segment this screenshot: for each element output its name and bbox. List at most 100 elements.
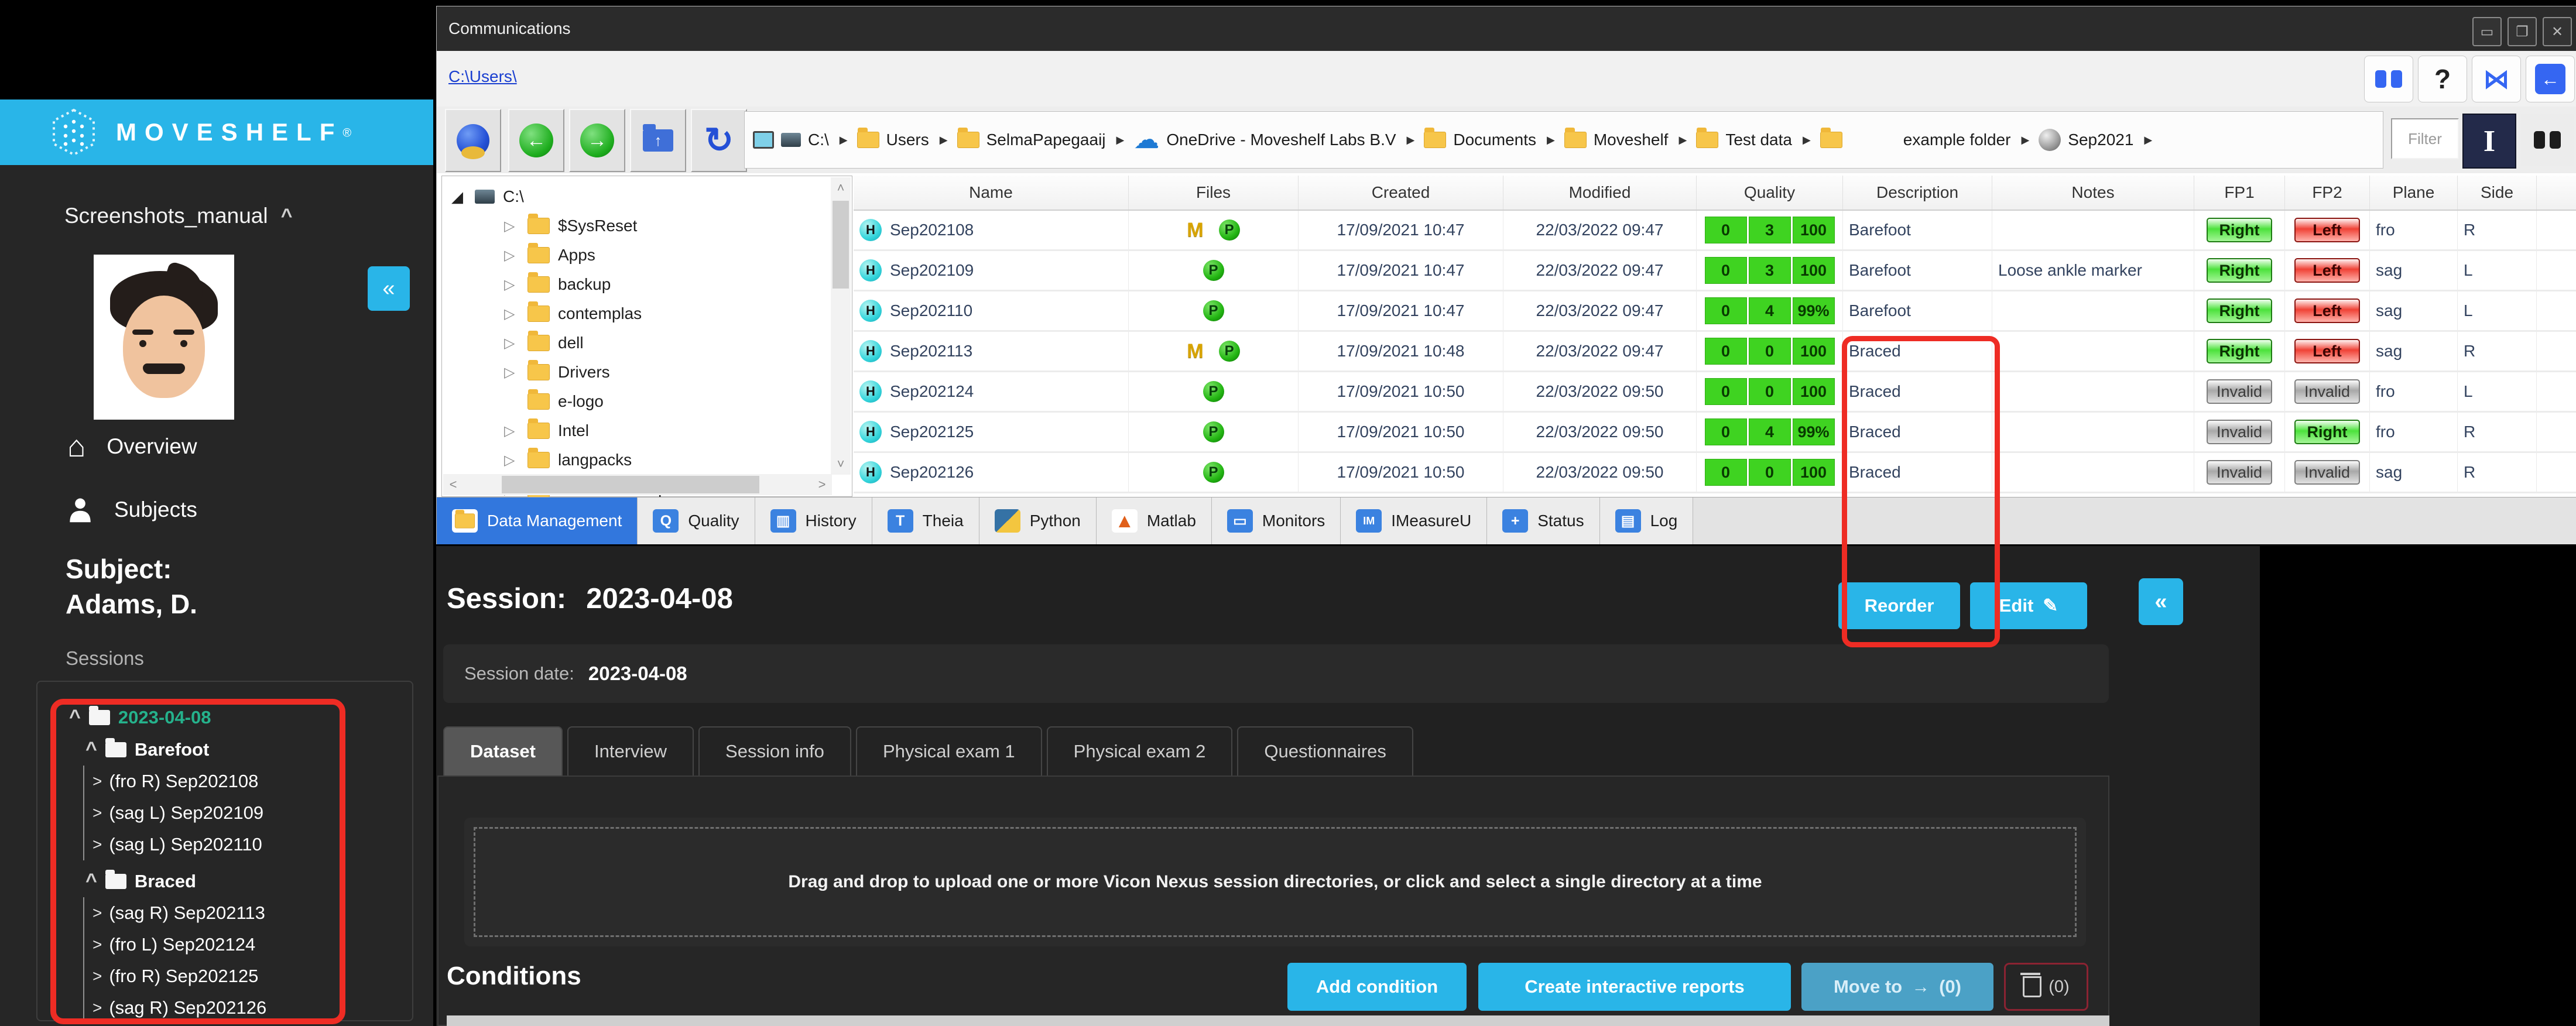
tab-status[interactable]: +Status xyxy=(1487,497,1599,544)
tree-folder[interactable]: ▷ dell xyxy=(442,328,852,358)
breadcrumb-item-moveshelf[interactable]: Moveshelf ▶ xyxy=(1564,131,1690,149)
sidebar-item-label[interactable]: Overview xyxy=(107,434,197,459)
side-cell[interactable]: L xyxy=(2458,251,2537,290)
minimize-button[interactable]: ▭ xyxy=(2472,17,2502,46)
help-button[interactable]: ? xyxy=(2418,56,2467,102)
breadcrumb-item-users[interactable]: Users ▶ xyxy=(857,131,951,149)
breadcrumb-label[interactable]: Documents xyxy=(1453,131,1536,149)
compare-button[interactable]: ⋈ xyxy=(2472,56,2521,102)
column-header[interactable]: Side xyxy=(2458,176,2537,210)
tab-history[interactable]: ▥History xyxy=(755,497,872,544)
expander-icon[interactable]: ▷ xyxy=(504,364,519,381)
breadcrumb-item-selmapapegaaij[interactable]: SelmaPapegaaij ▶ xyxy=(957,131,1128,149)
folder-up-button[interactable]: ↑ xyxy=(630,109,686,172)
tab-questionnaires[interactable]: Questionnaires xyxy=(1237,726,1413,775)
table-row[interactable]: HSep202126 P 17/09/2021 10:50 22/03/2022… xyxy=(854,453,2576,493)
plane-cell[interactable]: fro xyxy=(2370,413,2458,451)
info-toggle-button[interactable]: I xyxy=(2462,114,2516,169)
breadcrumb-label[interactable]: SelmaPapegaaij xyxy=(986,131,1106,149)
expander-icon[interactable]: ▷ xyxy=(504,218,519,235)
breadcrumb-label[interactable]: Sep2021 xyxy=(2068,131,2133,149)
table-row[interactable]: HSep202110 P 17/09/2021 10:47 22/03/2022… xyxy=(854,291,2576,332)
back-button[interactable]: ← xyxy=(508,109,564,172)
folder-name[interactable]: dell xyxy=(558,334,584,352)
scroll-left-icon[interactable]: ˂ xyxy=(443,474,463,495)
notes-cell[interactable] xyxy=(1992,291,2194,330)
scrollbar-thumb[interactable] xyxy=(833,201,849,289)
table-row[interactable]: HSep202124 P 17/09/2021 10:50 22/03/2022… xyxy=(854,372,2576,413)
tab-physical-exam-1[interactable]: Physical exam 1 xyxy=(856,726,1042,775)
search-button[interactable] xyxy=(2521,114,2574,166)
notes-cell[interactable] xyxy=(1992,332,2194,370)
breadcrumb-label[interactable]: Moveshelf xyxy=(1594,131,1669,149)
folder-name[interactable]: e-logo xyxy=(558,392,604,411)
column-header[interactable]: Name xyxy=(854,176,1129,210)
trial-name[interactable]: Sep202125 xyxy=(890,423,974,441)
fp2-button[interactable]: Left xyxy=(2294,218,2360,242)
move-to-button[interactable]: Move to → (0) xyxy=(1801,963,1993,1011)
plane-cell[interactable]: fro xyxy=(2370,372,2458,411)
window-titlebar[interactable]: Communications ▭ ❐ ✕ xyxy=(437,6,2576,51)
tab-dataset[interactable]: Dataset xyxy=(443,726,563,775)
folder-name[interactable]: $SysReset xyxy=(558,217,637,235)
tab-data-management[interactable]: Data Management xyxy=(437,497,638,544)
notes-cell[interactable] xyxy=(1992,211,2194,249)
tree-folder[interactable]: ▷Intel xyxy=(442,416,852,445)
expander-icon[interactable]: ▷ xyxy=(504,247,519,264)
plane-cell[interactable]: fro xyxy=(2370,211,2458,249)
project-name[interactable]: Screenshots_manual xyxy=(64,204,268,228)
fp1-button[interactable]: Right xyxy=(2207,339,2272,363)
side-cell[interactable]: R xyxy=(2458,413,2537,451)
tree-folder[interactable]: ▷ Apps xyxy=(442,241,852,270)
tree-folder[interactable]: ▷ $SysReset xyxy=(442,211,852,241)
folder-name[interactable]: langpacks xyxy=(558,451,632,469)
breadcrumb-label[interactable]: C:\ xyxy=(808,131,829,149)
table-row[interactable]: HSep202109 P 17/09/2021 10:47 22/03/2022… xyxy=(854,251,2576,291)
folder-name[interactable]: Apps xyxy=(558,246,595,265)
forward-button[interactable]: → xyxy=(569,109,625,172)
refresh-button[interactable]: ↻ xyxy=(691,109,747,172)
expander-icon[interactable]: ◢ xyxy=(451,188,467,206)
scrollbar-thumb[interactable] xyxy=(502,476,759,493)
notes-cell[interactable]: Loose ankle marker xyxy=(1992,251,2194,290)
breadcrumb-item-sep2021[interactable]: Sep2021 ▶ xyxy=(2039,129,2156,151)
folder-name[interactable]: backup xyxy=(558,275,611,294)
breadcrumb-item-onedrive[interactable]: ☁ OneDrive - Moveshelf Labs B.V ▶ xyxy=(1133,131,1418,149)
column-header[interactable]: Description xyxy=(1843,176,1992,210)
expander-icon[interactable]: ▷ xyxy=(504,335,519,352)
import-button[interactable]: ← xyxy=(2526,56,2575,102)
fp1-button[interactable]: Right xyxy=(2207,298,2272,323)
fp1-button[interactable]: Invalid xyxy=(2207,460,2272,485)
breadcrumb-item-example-folder[interactable]: example folder ▶ xyxy=(1820,131,2033,149)
create-interactive-reports-button[interactable]: Create interactive reports xyxy=(1478,963,1791,1011)
tree-folder[interactable]: e-logo xyxy=(442,387,852,416)
fp2-button[interactable]: Left xyxy=(2294,258,2360,283)
trial-name[interactable]: Sep202124 xyxy=(890,382,974,401)
filter-input[interactable]: Filter xyxy=(2391,118,2459,159)
notes-cell[interactable] xyxy=(1992,453,2194,492)
project-selector[interactable]: Screenshots_manual ^ xyxy=(64,204,292,228)
expander-icon[interactable]: ▷ xyxy=(504,276,519,293)
dropzone[interactable]: Drag and drop to upload one or more Vico… xyxy=(474,827,2077,937)
table-row[interactable]: HSep202108 MP 17/09/2021 10:47 22/03/202… xyxy=(854,211,2576,251)
breadcrumb-item-documents[interactable]: Documents ▶ xyxy=(1424,131,1558,149)
scroll-up-icon[interactable]: ˄ xyxy=(831,177,851,198)
fp2-button[interactable]: Invalid xyxy=(2294,379,2360,404)
find-button[interactable] xyxy=(2364,56,2413,102)
subject-avatar[interactable] xyxy=(94,255,234,420)
panel-collapse-button[interactable]: « xyxy=(2139,578,2183,625)
column-header[interactable]: FP1 xyxy=(2194,176,2285,210)
breadcrumb-label[interactable]: OneDrive - Moveshelf Labs B.V xyxy=(1166,131,1396,149)
scroll-down-icon[interactable]: ˅ xyxy=(831,454,851,475)
sidebar-item-overview[interactable]: ⌂ Overview xyxy=(67,434,197,459)
folder-name[interactable]: contemplas xyxy=(558,304,642,323)
tab-imeasureu[interactable]: IMIMeasureU xyxy=(1341,497,1487,544)
fp1-button[interactable]: Invalid xyxy=(2207,379,2272,404)
column-header[interactable]: Files xyxy=(1129,176,1299,210)
breadcrumb-item-c-drive[interactable]: C:\ ▶ xyxy=(753,131,851,149)
column-header[interactable]: FP2 xyxy=(2285,176,2370,210)
tab-quality[interactable]: QQuality xyxy=(638,497,755,544)
side-cell[interactable]: L xyxy=(2458,291,2537,330)
plane-cell[interactable]: sag xyxy=(2370,251,2458,290)
fp2-button[interactable]: Right xyxy=(2294,420,2360,444)
